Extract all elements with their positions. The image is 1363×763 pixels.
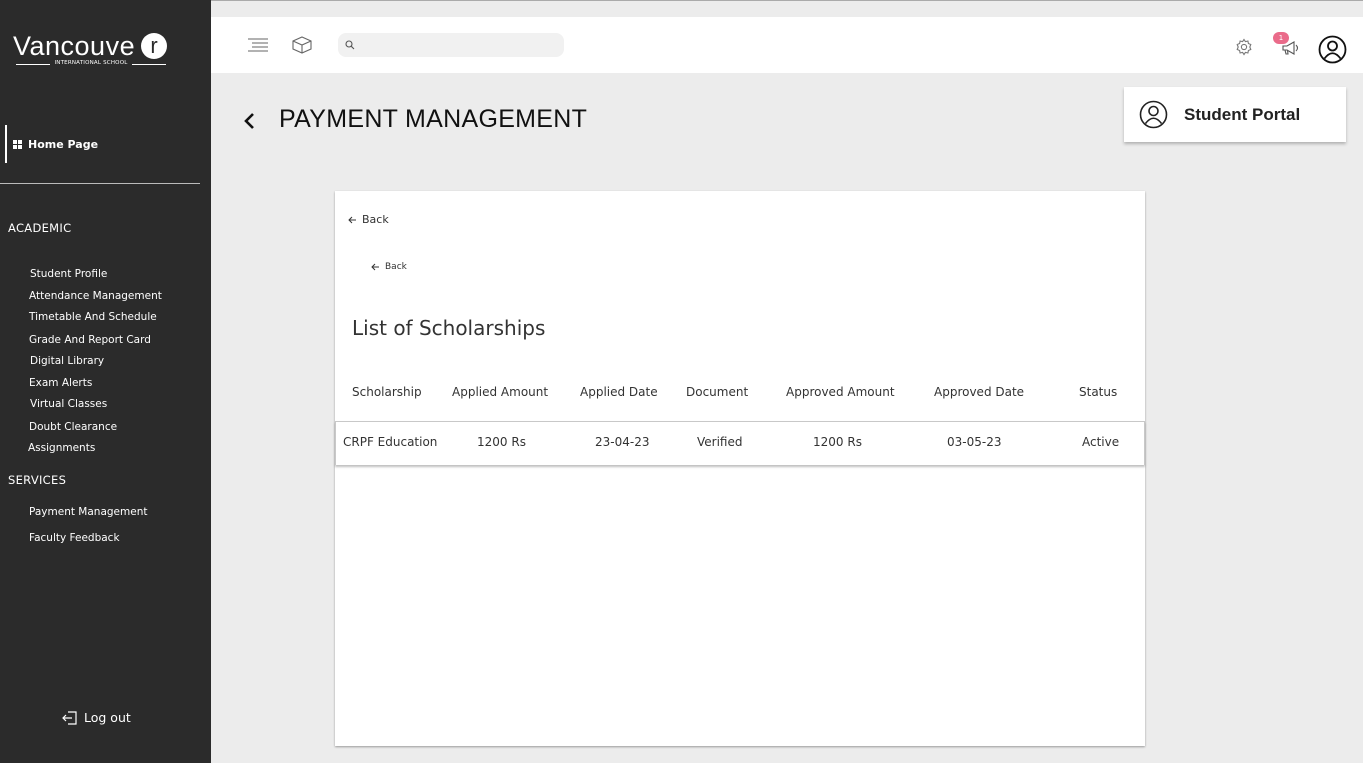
sidebar: Vancouve r INTERNATIONAL SCHOOL Home Pag… (0, 0, 211, 763)
logo-subtitle: INTERNATIONAL SCHOOL (16, 60, 166, 66)
page-title: PAYMENT MANAGEMENT (279, 105, 588, 133)
logout-button[interactable]: Log out (62, 710, 131, 725)
cell-scholarship: CRPF Education (343, 435, 438, 449)
user-account-icon[interactable] (1318, 35, 1347, 64)
cube-icon[interactable] (292, 36, 312, 54)
logout-icon (62, 710, 77, 725)
search-input[interactable] (360, 35, 558, 55)
cell-approved-date: 03-05-23 (947, 435, 1002, 449)
arrow-left-icon (348, 216, 356, 223)
back-label: Back (362, 213, 389, 226)
section-title-services: SERVICES (8, 473, 67, 487)
arrow-left-icon (371, 263, 379, 271)
sidebar-item-home[interactable]: Home Page (5, 125, 200, 163)
column-header-applied-amount: Applied Amount (452, 385, 549, 399)
sidebar-item-exam-alerts[interactable]: Exam Alerts (29, 377, 92, 389)
sidebar-item-label: Home Page (28, 137, 99, 151)
sidebar-item-payment-management[interactable]: Payment Management (29, 506, 147, 518)
cell-document: Verified (697, 435, 743, 449)
back-chevron-icon[interactable] (242, 111, 256, 131)
column-header-applied-date: Applied Date (580, 385, 658, 399)
sidebar-item-attendance-management[interactable]: Attendance Management (29, 290, 162, 302)
search-bar[interactable] (338, 33, 564, 57)
section-title-academic: ACADEMIC (8, 221, 72, 235)
notification-badge: 1 (1273, 32, 1289, 44)
school-logo[interactable]: Vancouve r INTERNATIONAL SCHOOL (13, 30, 169, 72)
top-strip (211, 0, 1363, 17)
sidebar-item-virtual-classes[interactable]: Virtual Classes (30, 398, 107, 410)
cell-status: Active (1082, 435, 1120, 449)
sidebar-item-grade-report[interactable]: Grade And Report Card (29, 334, 151, 346)
gear-icon[interactable] (1235, 38, 1253, 56)
logo-letter: r (141, 33, 167, 59)
sidebar-item-faculty-feedback[interactable]: Faculty Feedback (29, 532, 120, 544)
column-header-document: Document (686, 385, 749, 399)
top-bar: 1 (211, 17, 1363, 73)
sidebar-item-doubt-clearance[interactable]: Doubt Clearance (29, 421, 117, 433)
cell-applied-date: 23-04-23 (595, 435, 650, 449)
list-title: List of Scholarships (352, 316, 546, 340)
back-label: Back (385, 262, 407, 272)
column-header-status: Status (1079, 385, 1118, 399)
logo-word: Vancouve (13, 31, 136, 61)
column-header-approved-amount: Approved Amount (786, 385, 895, 399)
cell-applied-amount: 1200 Rs (477, 435, 526, 449)
user-circle-icon (1139, 100, 1168, 129)
sidebar-item-timetable[interactable]: Timetable And Schedule (29, 311, 157, 323)
table-row[interactable]: CRPF Education 1200 Rs 23-04-23 Verified… (335, 421, 1145, 465)
sidebar-divider (0, 183, 200, 184)
dashboard-icon (13, 139, 22, 149)
student-portal-card[interactable]: Student Portal (1124, 87, 1346, 142)
logout-label: Log out (84, 710, 131, 725)
menu-icon[interactable] (248, 38, 268, 52)
column-header-scholarship: Scholarship (352, 385, 422, 399)
scholarship-card: Back Back List of Scholarships Scholarsh… (335, 191, 1145, 746)
sidebar-item-assignments[interactable]: Assignments (28, 442, 95, 454)
sidebar-item-student-profile[interactable]: Student Profile (30, 268, 107, 280)
sidebar-item-digital-library[interactable]: Digital Library (30, 355, 104, 367)
cell-approved-amount: 1200 Rs (813, 435, 862, 449)
column-header-approved-date: Approved Date (934, 385, 1025, 399)
back-link-secondary[interactable]: Back (371, 262, 407, 272)
search-icon (345, 40, 355, 50)
back-link[interactable]: Back (348, 213, 389, 226)
portal-label: Student Portal (1184, 104, 1301, 124)
